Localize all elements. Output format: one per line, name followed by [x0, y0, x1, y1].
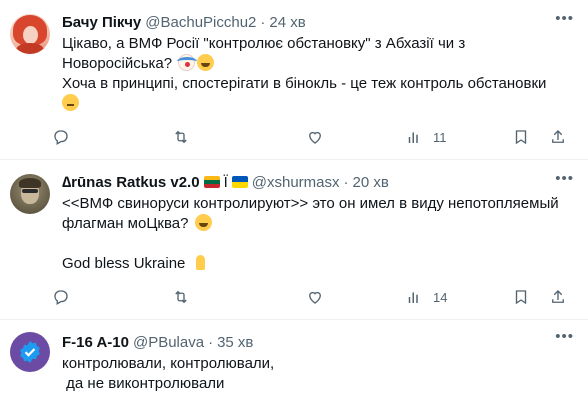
timestamp[interactable]: 35 хв [217, 334, 253, 351]
reply-button[interactable] [52, 288, 70, 306]
author-handle[interactable]: @xshurmasx [252, 174, 340, 191]
timestamp[interactable]: 20 хв [353, 174, 389, 191]
reply-button[interactable] [52, 128, 70, 146]
avatar[interactable] [10, 332, 50, 372]
views-chart-icon [408, 132, 418, 143]
tweet[interactable]: Бачу Пікчу @BachuPicchu2 · 24 хв ••• Цік… [0, 0, 588, 160]
share-button[interactable] [549, 128, 567, 146]
tweet-line: <<ВМФ свиноруси контролируют>> это он им… [62, 195, 559, 212]
tweet-header: Бачу Пікчу @BachuPicchu2 · 24 хв [62, 12, 572, 32]
separator-dot: · [260, 13, 266, 31]
author-name-extra: Ї [223, 173, 228, 191]
more-icon[interactable]: ••• [555, 171, 574, 186]
neutral-face-icon [62, 94, 79, 111]
tweet-text: контролювали, контролювали, да не виконт… [62, 354, 572, 394]
bookmark-button[interactable] [512, 128, 530, 146]
like-button[interactable] [306, 288, 324, 306]
author-name[interactable]: F-16 A-10 [62, 334, 129, 351]
views-count: 14 [433, 289, 448, 305]
tweet-line: Цікаво, а ВМФ Росії "контролює обстановк… [62, 35, 466, 52]
tweet-actions: 11 [52, 127, 568, 147]
views-button[interactable]: 11 [405, 128, 447, 146]
clown-face-icon [177, 54, 198, 71]
share-button[interactable] [549, 288, 567, 306]
lithuania-flag-icon [203, 176, 220, 188]
avatar[interactable] [10, 14, 50, 54]
tweet-text: Цікаво, а ВМФ Росії "контролює обстановк… [62, 34, 572, 114]
grinning-squint-icon [194, 214, 212, 231]
tweet-line: да не виконтролювали [62, 375, 225, 392]
tweet-text: <<ВМФ свиноруси контролируют>> это он им… [62, 194, 572, 274]
tweet-line: Хоча в принципі, спостерігати в бінокль … [62, 75, 547, 92]
ukraine-flag-icon [231, 176, 248, 188]
views-chart-icon [408, 292, 418, 303]
more-icon[interactable]: ••• [555, 329, 574, 344]
author-name[interactable]: ∆rūnas Ratkus v2.0 [62, 174, 200, 191]
retweet-icon [175, 290, 187, 304]
bookmark-icon [515, 290, 527, 305]
tweet-line: Новоросійська? [62, 55, 173, 72]
tweet-line: God bless Ukraine [62, 255, 186, 272]
author-handle[interactable]: @BachuPicchu2 [145, 14, 256, 31]
timestamp[interactable]: 24 хв [269, 14, 305, 31]
tweet-actions: 14 [52, 287, 568, 307]
praying-hands-icon [192, 254, 209, 271]
like-button[interactable] [306, 128, 324, 146]
reply-feed: Бачу Пікчу @BachuPicchu2 · 24 хв ••• Цік… [0, 0, 588, 403]
tweet-line: флагман моЦква? [62, 215, 189, 232]
separator-dot: · [208, 333, 214, 351]
separator-dot: · [343, 173, 349, 191]
retweet-button[interactable] [172, 288, 190, 306]
more-icon[interactable]: ••• [555, 11, 574, 26]
retweet-button[interactable] [172, 128, 190, 146]
views-count: 11 [433, 129, 447, 145]
tweet-line: контролювали, контролювали, [62, 355, 275, 372]
bookmark-icon [515, 130, 527, 145]
reply-icon [54, 290, 68, 305]
tweet[interactable]: ∆rūnas Ratkus v2.0 Ї @xshurmasx · 20 хв … [0, 160, 588, 320]
tweet[interactable]: F-16 A-10 @PBulava · 35 хв ••• контролюв… [0, 320, 588, 403]
views-button[interactable]: 14 [405, 288, 447, 306]
squinting-laugh-icon [197, 54, 215, 71]
reply-icon [54, 130, 68, 145]
heart-icon [309, 291, 321, 304]
retweet-icon [175, 130, 187, 144]
tweet-header: F-16 A-10 @PBulava · 35 хв [62, 332, 572, 352]
verified-badge-icon [20, 341, 40, 363]
bookmark-button[interactable] [512, 288, 530, 306]
tweet-header: ∆rūnas Ratkus v2.0 Ї @xshurmasx · 20 хв [62, 172, 572, 192]
avatar[interactable] [10, 174, 50, 214]
share-icon [552, 130, 564, 143]
author-handle[interactable]: @PBulava [133, 334, 204, 351]
share-icon [552, 290, 564, 303]
heart-icon [309, 131, 321, 144]
author-name[interactable]: Бачу Пікчу [62, 14, 141, 31]
